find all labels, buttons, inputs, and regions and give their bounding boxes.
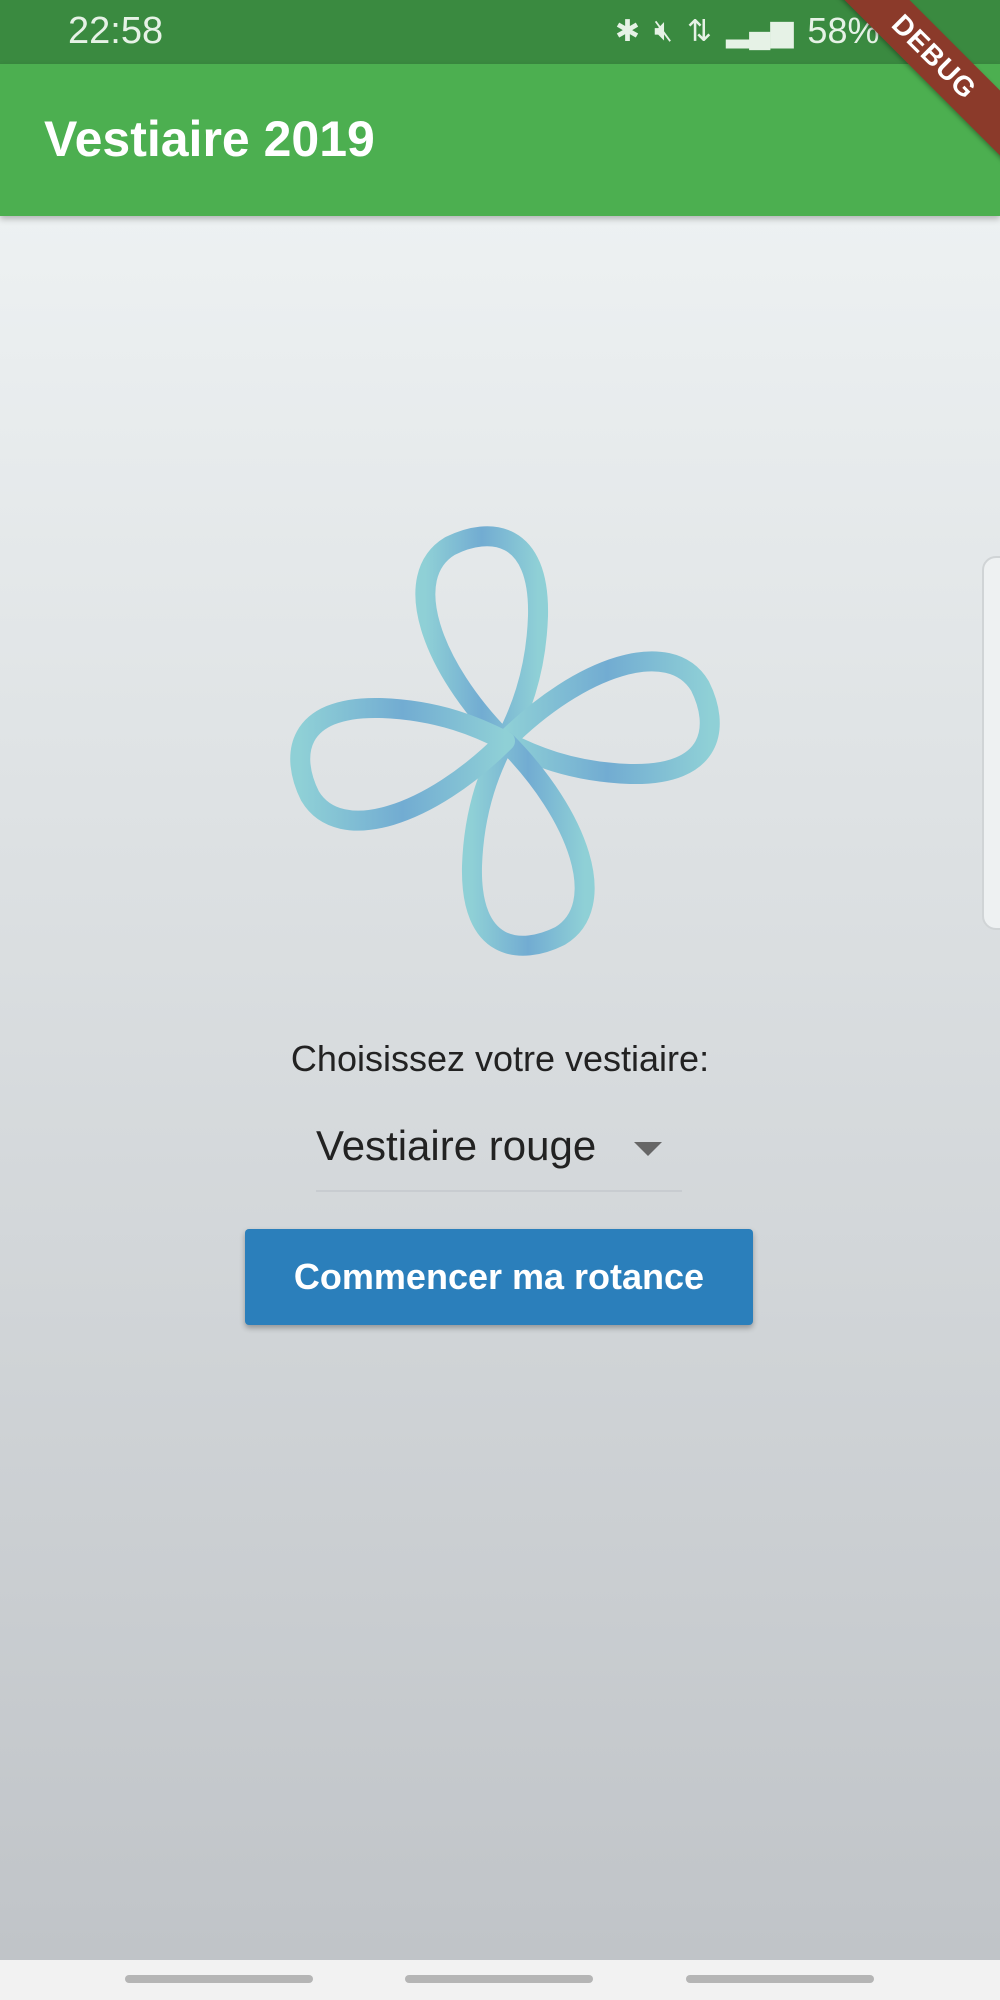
- chevron-down-icon: [634, 1142, 662, 1156]
- prompt-label: Choisissez votre vestiaire:: [290, 1038, 710, 1079]
- nav-recents-handle[interactable]: [125, 1975, 313, 1983]
- status-time: 22:58: [68, 10, 164, 52]
- start-rotation-button[interactable]: Commencer ma rotance: [245, 1229, 753, 1325]
- mute-icon: 🔇︎: [653, 14, 673, 47]
- network-4g-icon: ⇅: [686, 14, 713, 48]
- nav-back-handle[interactable]: [686, 1975, 874, 1983]
- main-content: Choisissez votre vestiaire: Vestiaire ro…: [0, 216, 1000, 1960]
- app-title: Vestiaire 2019: [44, 111, 375, 167]
- nav-home-handle[interactable]: [405, 1975, 593, 1983]
- signal-icon: ▂▄▆: [726, 14, 794, 48]
- app-bar: Vestiaire 2019: [0, 64, 1000, 216]
- clover-logo-icon: [290, 526, 720, 956]
- dropdown-selected-value: Vestiaire rouge: [316, 1122, 597, 1169]
- locker-room-dropdown[interactable]: Vestiaire rouge: [316, 1114, 682, 1192]
- side-panel-edge[interactable]: [982, 556, 1000, 930]
- bluetooth-icon: ✱: [614, 14, 640, 48]
- status-bar: 22:58 ✱ 🔇︎ ⇅ ▂▄▆ 58% ▮: [0, 0, 1000, 64]
- navigation-bar: [0, 1960, 1000, 2000]
